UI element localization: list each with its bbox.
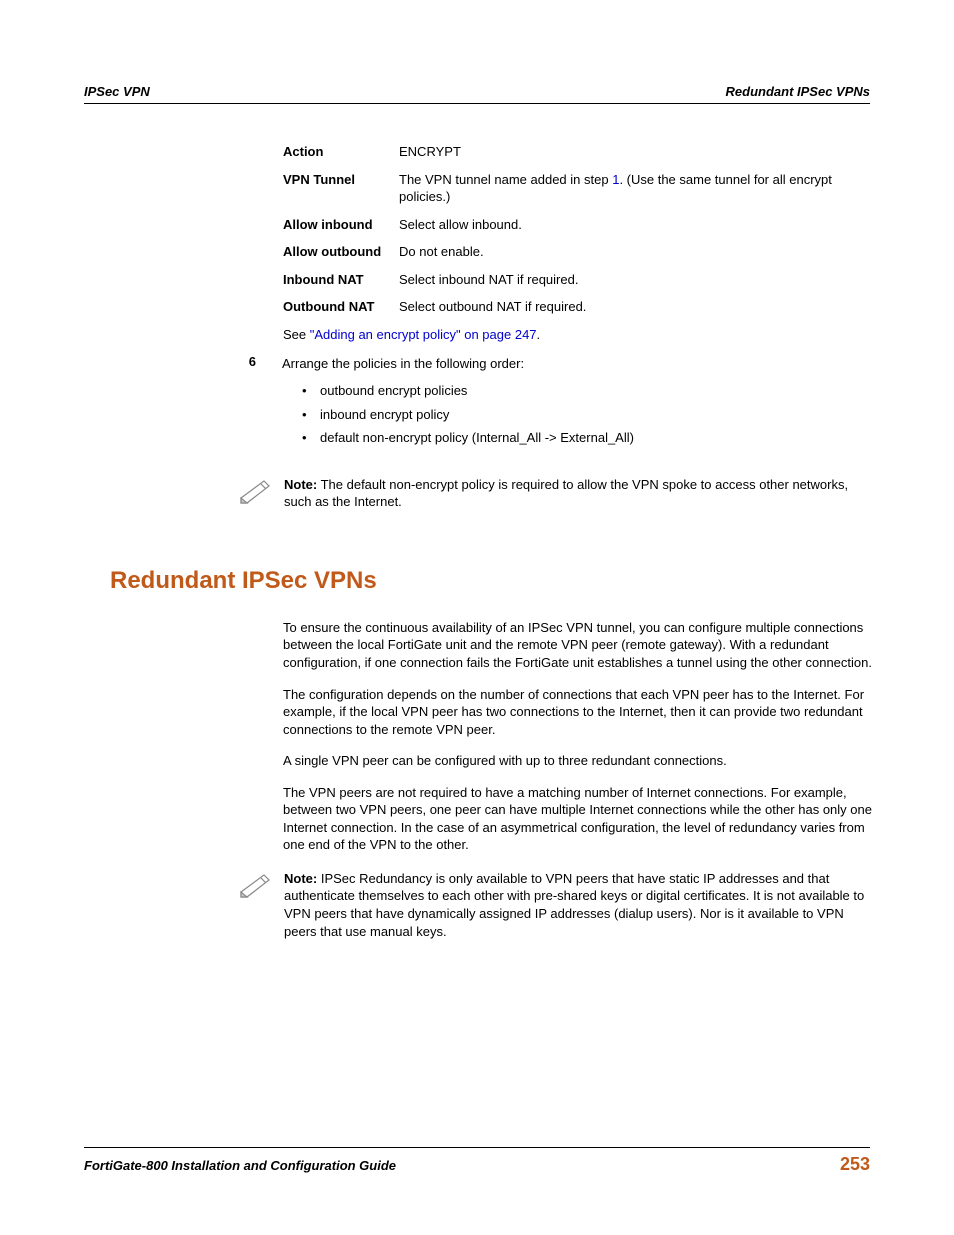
bullet-item: outbound encrypt policies (302, 379, 634, 403)
note-icon (238, 478, 274, 511)
note-block: Note: IPSec Redundancy is only available… (238, 870, 878, 940)
footer-rule (84, 1147, 870, 1148)
header-left: IPSec VPN (84, 84, 150, 99)
step-number: 6 (224, 354, 256, 450)
section-heading: Redundant IPSec VPNs (110, 567, 870, 595)
body-paragraph: A single VPN peer can be configured with… (283, 752, 875, 770)
footer-title: FortiGate-800 Installation and Configura… (84, 1158, 396, 1173)
page-number: 253 (840, 1154, 870, 1175)
section-body: To ensure the continuous availability of… (283, 619, 875, 854)
step-lead: Arrange the policies in the following or… (282, 354, 634, 374)
row-allow-inbound-value: Select allow inbound. (399, 211, 875, 239)
note-icon (238, 872, 274, 905)
bullet-item: inbound encrypt policy (302, 403, 634, 427)
row-action-value: ENCRYPT (399, 138, 875, 166)
body-paragraph: The VPN peers are not required to have a… (283, 784, 875, 854)
row-vpntunnel-label: VPN Tunnel (283, 166, 399, 211)
bullet-item: default non-encrypt policy (Internal_All… (302, 426, 634, 450)
row-allow-outbound-value: Do not enable. (399, 238, 875, 266)
header-right: Redundant IPSec VPNs (726, 84, 870, 99)
see-line: See "Adding an encrypt policy" on page 2… (283, 321, 870, 342)
note-block: Note: The default non-encrypt policy is … (238, 476, 878, 511)
row-allow-outbound-label: Allow outbound (283, 238, 399, 266)
row-action-label: Action (283, 138, 399, 166)
note-text: Note: The default non-encrypt policy is … (284, 476, 878, 511)
row-inbound-nat-label: Inbound NAT (283, 266, 399, 294)
note-text: Note: IPSec Redundancy is only available… (284, 870, 878, 940)
row-vpntunnel-value: The VPN tunnel name added in step 1. (Us… (399, 166, 875, 211)
encrypt-policy-link[interactable]: "Adding an encrypt policy" on page 247 (310, 327, 537, 342)
row-allow-inbound-label: Allow inbound (283, 211, 399, 239)
body-paragraph: To ensure the continuous availability of… (283, 619, 875, 672)
step-6: 6 Arrange the policies in the following … (84, 354, 870, 450)
config-table: Action ENCRYPT VPN Tunnel The VPN tunnel… (283, 138, 875, 321)
row-inbound-nat-value: Select inbound NAT if required. (399, 266, 875, 294)
row-outbound-nat-label: Outbound NAT (283, 293, 399, 321)
body-paragraph: The configuration depends on the number … (283, 686, 875, 739)
row-outbound-nat-value: Select outbound NAT if required. (399, 293, 875, 321)
